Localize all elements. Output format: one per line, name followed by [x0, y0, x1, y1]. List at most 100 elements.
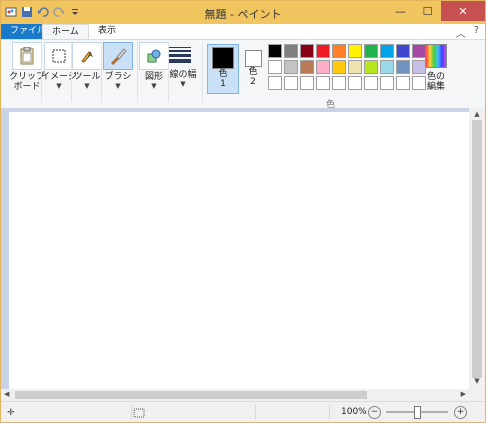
palette-swatch[interactable]	[300, 60, 314, 74]
tools-button[interactable]: A	[72, 42, 102, 70]
palette-swatch[interactable]	[364, 76, 378, 90]
palette-swatch[interactable]	[396, 60, 410, 74]
palette-swatch[interactable]	[380, 44, 394, 58]
palette-swatch[interactable]	[348, 60, 362, 74]
status-bar: ✛ 100% − +	[1, 401, 485, 422]
palette-swatch[interactable]	[348, 44, 362, 58]
vertical-scrollbar[interactable]: ▲ ▼	[469, 108, 485, 389]
vertical-scroll-thumb[interactable]	[472, 120, 482, 378]
palette-swatch[interactable]	[332, 44, 346, 58]
horizontal-scrollbar[interactable]: ◀ ▶	[1, 389, 469, 401]
palette-swatch[interactable]	[300, 76, 314, 90]
canvas-area	[1, 108, 469, 389]
palette-swatch[interactable]	[364, 60, 378, 74]
close-button[interactable]: ✕	[441, 1, 485, 21]
palette-swatch[interactable]	[380, 76, 394, 90]
line-width-icon[interactable]	[169, 42, 197, 68]
cursor-position-icon: ✛	[7, 407, 15, 418]
color2-label: 色	[248, 67, 258, 77]
select-icon	[52, 49, 66, 63]
selection-size-cell	[133, 405, 256, 420]
cursor-position-cell: ✛	[7, 405, 132, 420]
palette-swatch[interactable]	[268, 60, 282, 74]
shapes-group[interactable]: 図形 ▼	[139, 42, 169, 104]
brushes-group[interactable]: ブラシ ▼	[103, 42, 133, 104]
palette-swatch[interactable]	[412, 44, 426, 58]
palette-swatch[interactable]	[364, 44, 378, 58]
palette-swatch[interactable]	[332, 76, 346, 90]
palette-swatch[interactable]	[300, 44, 314, 58]
chevron-down-icon: ▼	[115, 82, 121, 90]
shapes-label: 図形	[144, 72, 163, 82]
palette-swatch[interactable]	[332, 60, 346, 74]
palette-swatch[interactable]	[396, 76, 410, 90]
brushes-button[interactable]	[103, 42, 133, 70]
color-palette	[268, 44, 426, 90]
title-bar: 無題 - ペイント — ☐ ✕	[1, 1, 485, 24]
paint-window: 無題 - ペイント — ☐ ✕ ファイル ホーム 表示 ︿ ? クリップ ボード	[0, 0, 486, 423]
image-size-cell	[257, 405, 330, 420]
color2-swatch	[244, 50, 262, 67]
scroll-right-icon[interactable]: ▶	[461, 390, 466, 398]
color2-button[interactable]: 色 2	[238, 44, 268, 92]
palette-swatch[interactable]	[412, 60, 426, 74]
shapes-button[interactable]	[139, 42, 169, 70]
tools-group[interactable]: A ツール ▼	[72, 42, 102, 104]
chevron-down-icon: ▼	[56, 82, 62, 90]
window-controls: — ☐ ✕	[387, 1, 485, 21]
ribbon: クリップ ボード イメージ ▼ A ツール ▼ ブラシ ▼ 図形 ▼ 線の幅 ▼…	[1, 39, 485, 110]
palette-swatch[interactable]	[348, 76, 362, 90]
zoom-slider-thumb[interactable]	[414, 406, 421, 419]
scrollbar-corner	[469, 389, 485, 401]
help-icon[interactable]: ?	[474, 25, 479, 40]
palette-swatch[interactable]	[268, 76, 282, 90]
palette-swatch[interactable]	[396, 44, 410, 58]
palette-swatch[interactable]	[316, 44, 330, 58]
zoom-in-icon[interactable]: +	[454, 406, 467, 419]
ribbon-separator	[202, 42, 203, 102]
color2-num: 2	[250, 77, 256, 87]
clipboard-group[interactable]: クリップ ボード	[9, 42, 45, 104]
selection-size-icon	[133, 408, 145, 417]
maximize-button[interactable]: ☐	[414, 1, 441, 21]
collapse-ribbon-icon[interactable]: ︿	[456, 25, 466, 40]
edit-colors-label: 色の	[426, 72, 445, 82]
scroll-down-icon[interactable]: ▼	[469, 377, 485, 387]
ribbon-tabs: ファイル ホーム 表示 ︿ ?	[1, 24, 485, 40]
palette-swatch[interactable]	[284, 60, 298, 74]
chevron-down-icon: ▼	[180, 80, 186, 88]
image-button[interactable]	[43, 42, 74, 70]
edit-colors-label-2: 編集	[426, 82, 445, 92]
ribbon-separator	[137, 42, 138, 102]
size-group[interactable]: 線の幅 ▼	[169, 42, 197, 104]
clipboard-button[interactable]	[12, 42, 42, 70]
palette-swatch[interactable]	[380, 60, 394, 74]
ribbon-help-controls: ︿ ?	[456, 25, 479, 40]
drawing-canvas[interactable]	[9, 112, 469, 389]
clipboard-label: クリップ	[9, 72, 46, 82]
minimize-button[interactable]: —	[387, 1, 414, 21]
clipboard-label-2: ボード	[13, 82, 41, 92]
color1-label: 色	[218, 69, 228, 79]
edit-colors-icon[interactable]	[425, 44, 447, 68]
palette-swatch[interactable]	[284, 76, 298, 90]
brushes-label: ブラシ	[104, 72, 132, 82]
palette-swatch[interactable]	[268, 44, 282, 58]
palette-swatch[interactable]	[412, 76, 426, 90]
scroll-up-icon[interactable]: ▲	[469, 110, 485, 120]
color1-button[interactable]: 色 1	[207, 44, 239, 94]
scroll-left-icon[interactable]: ◀	[4, 390, 9, 398]
clipboard-icon	[20, 47, 34, 65]
palette-swatch[interactable]	[316, 60, 330, 74]
horizontal-scroll-thumb[interactable]	[15, 391, 367, 399]
tab-home[interactable]: ホーム	[42, 24, 89, 40]
zoom-out-icon[interactable]: −	[368, 406, 381, 419]
tools-label: ツール	[73, 72, 101, 82]
tools-icon: A	[81, 51, 93, 63]
palette-swatch[interactable]	[284, 44, 298, 58]
chevron-down-icon: ▼	[84, 82, 90, 90]
ribbon-separator	[101, 42, 102, 102]
palette-swatch[interactable]	[316, 76, 330, 90]
edit-colors-group[interactable]: 色の 編集	[425, 42, 447, 104]
tab-view[interactable]: 表示	[89, 24, 125, 39]
